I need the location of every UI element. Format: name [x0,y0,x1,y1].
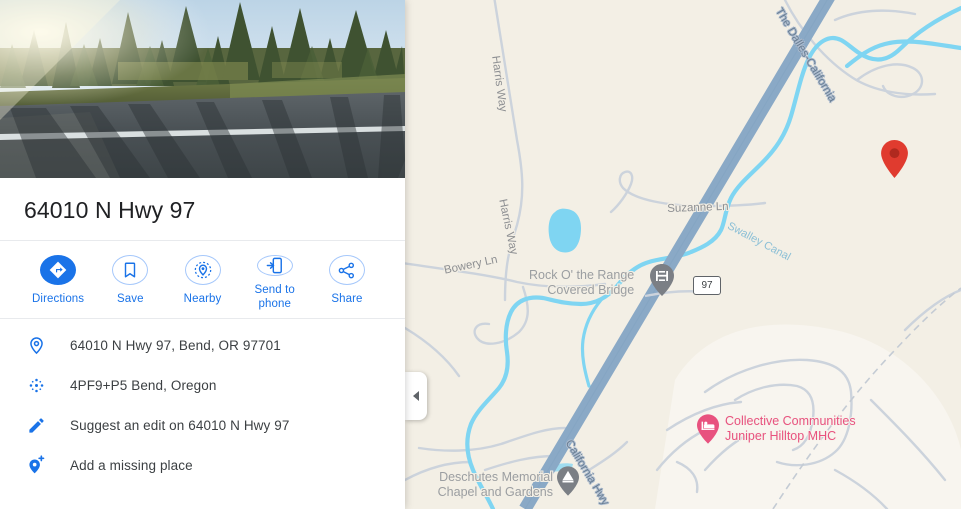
map-vector-layer [405,0,961,509]
location-pin-icon [24,336,48,355]
share-button[interactable]: Share [311,255,383,306]
info-row-add-missing-place-text: Add a missing place [70,457,193,473]
page-title: 64010 N Hwy 97 [24,197,196,223]
street-view-photo[interactable] [0,0,405,178]
save-button-label: Save [116,293,144,305]
collapse-sidebar-button[interactable] [405,372,427,420]
info-row-plus-code-text: 4PF9+P5 Bend, Oregon [70,377,217,393]
directions-button-circle [40,255,77,285]
directions-icon [49,261,67,279]
nearby-button-circle [184,255,221,285]
us-97-shield-number: 97 [701,280,713,291]
share-icon [339,262,355,278]
bookmark-icon [125,262,136,278]
pond-waterbody [548,208,581,253]
place-details-panel: 64010 N Hwy 97 Directions Save Nearby Se… [0,0,405,509]
info-row-add-missing-place[interactable]: Add a missing place [0,445,405,485]
place-info-list: 64010 N Hwy 97, Bend, OR 97701 4PF9+P5 B… [0,319,405,485]
directions-button-label: Directions [32,293,85,305]
chevron-left-icon [413,391,419,401]
action-button-row: Directions Save Nearby Send to phone Sha… [0,241,405,319]
pencil-icon [24,416,48,435]
nearby-search-icon [194,261,211,279]
send-to-phone-button[interactable]: Send to phone [239,255,311,310]
send-to-phone-button-circle [256,255,293,276]
info-row-address-text: 64010 N Hwy 97, Bend, OR 97701 [70,337,281,353]
street-view-photo-image [0,0,405,178]
cemetery-marker-icon[interactable] [557,466,579,496]
share-button-circle [328,255,365,285]
place-title-block: 64010 N Hwy 97 [0,178,405,241]
us-97-route-shield[interactable]: 97 [693,276,721,295]
add-place-icon [24,455,48,475]
info-row-plus-code[interactable]: 4PF9+P5 Bend, Oregon [0,365,405,405]
nearby-button-label: Nearby [183,293,222,305]
map-canvas[interactable]: Harris Way Harris Way Bowery Ln Suzanne … [405,0,961,509]
info-row-suggest-edit-text: Suggest an edit on 64010 N Hwy 97 [70,417,290,433]
plus-code-icon [24,376,48,395]
info-row-suggest-edit[interactable]: Suggest an edit on 64010 N Hwy 97 [0,405,405,445]
directions-button[interactable]: Directions [22,255,94,306]
info-row-address[interactable]: 64010 N Hwy 97, Bend, OR 97701 [0,325,405,365]
send-to-phone-button-label: Send to phone [254,284,295,310]
lodging-marker-icon[interactable] [697,414,719,444]
result-map-pin[interactable] [881,140,908,178]
share-button-label: Share [331,293,363,305]
nearby-button[interactable]: Nearby [166,255,238,306]
save-button-circle [112,255,149,285]
send-to-phone-icon [266,257,283,274]
save-button[interactable]: Save [94,255,166,306]
google-maps-place-page: Harris Way Harris Way Bowery Ln Suzanne … [0,0,961,509]
bridge-marker-icon[interactable] [650,264,674,296]
